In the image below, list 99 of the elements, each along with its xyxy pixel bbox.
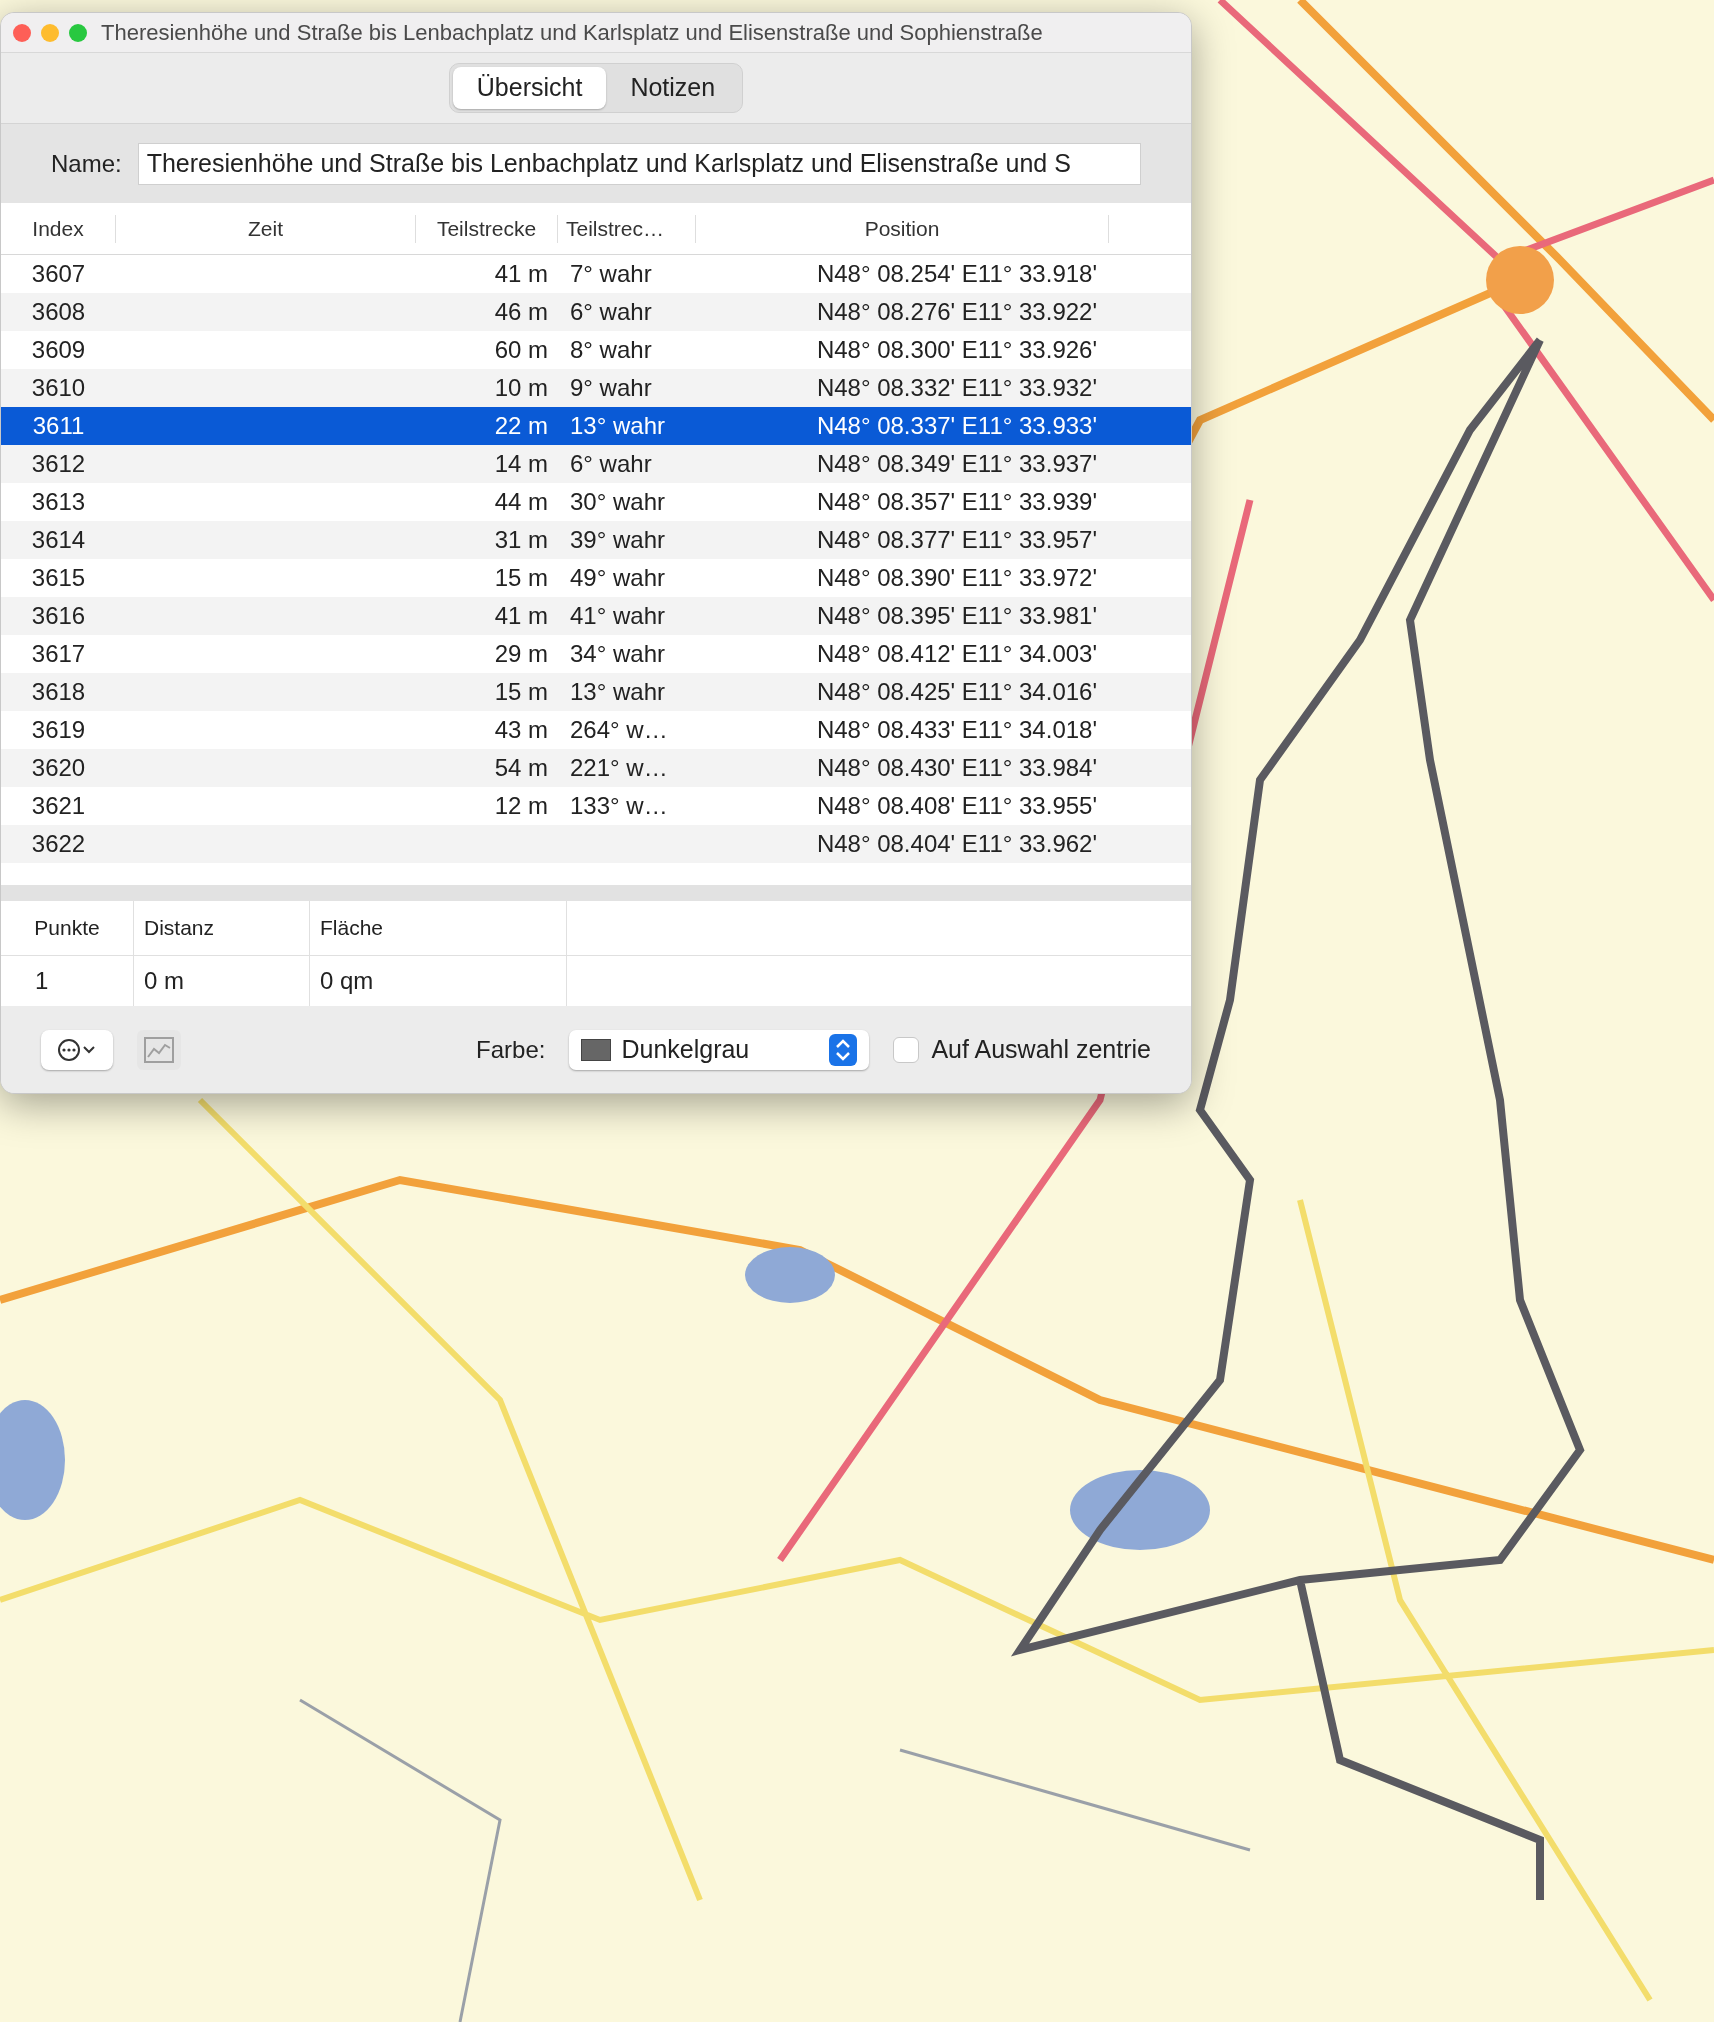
distance-cell-text: 12 m <box>494 791 548 821</box>
position-cell-text: N48° 08.425' E11° 34.016' <box>816 677 1097 707</box>
distance-cell-text: 15 m <box>494 677 548 707</box>
index-cell-text: 3620 <box>31 753 86 783</box>
position-cell-text: N48° 08.276' E11° 33.922' <box>816 297 1097 327</box>
name-label: Name: <box>51 148 122 179</box>
stats-value: 0 qm <box>320 966 374 996</box>
stats-header: Distanz <box>144 915 215 942</box>
position-cell-text: N48° 08.357' E11° 33.939' <box>816 487 1097 517</box>
position-cell-text: N48° 08.377' E11° 33.957' <box>816 525 1097 555</box>
index-cell-text: 3613 <box>31 487 86 517</box>
index-cell-text: 3615 <box>31 563 86 593</box>
index-cell-text: 3622 <box>31 829 86 859</box>
bearing-cell-text: 133° w… <box>570 791 668 821</box>
color-select[interactable]: Dunkelgrau <box>569 1029 870 1070</box>
position-cell-text: N48° 08.337' E11° 33.933' <box>816 411 1097 441</box>
index-cell-text: 3612 <box>31 449 86 479</box>
stats-value: 0 m <box>144 966 184 996</box>
column-header[interactable]: Teilstrecke <box>436 212 537 245</box>
distance-cell-text: 14 m <box>494 449 548 479</box>
tab[interactable]: Notizen <box>606 67 740 109</box>
bearing-cell-text: 30° wahr <box>570 487 665 517</box>
bearing-cell-text: 221° w… <box>570 753 668 783</box>
table-row[interactable]: 3611 22 m 13° wahr N48° 08.337' E11° 33.933' <box>1 407 1191 445</box>
position-cell-text: N48° 08.412' E11° 34.003' <box>816 639 1097 669</box>
bearing-cell-text: 49° wahr <box>570 563 665 593</box>
close-button[interactable] <box>13 23 31 42</box>
distance-cell-text: 15 m <box>494 563 548 593</box>
index-cell-text: 3619 <box>31 715 86 745</box>
bearing-cell-text: 6° wahr <box>570 449 652 479</box>
distance-cell-text: 31 m <box>494 525 548 555</box>
column-header[interactable]: Index <box>32 212 84 245</box>
window-title: Theresienhöhe und Straße bis Lenbachplatz und Karlsplatz und Elisenstraße und Sophienstraße <box>101 19 1043 47</box>
column-header[interactable]: Position <box>864 212 940 245</box>
index-cell-text: 3608 <box>31 297 86 327</box>
color-label: Farbe: <box>476 1034 546 1065</box>
table-row[interactable]: 3610 10 m 9° wahr N48° 08.332' E11° 33.932' <box>1 369 1191 407</box>
distance-cell-text: 60 m <box>494 335 548 365</box>
index-cell-text: 3610 <box>31 373 86 403</box>
position-cell-text: N48° 08.408' E11° 33.955' <box>816 791 1097 821</box>
name-field[interactable]: Theresienhöhe und Straße bis Lenbachplatz und Karlsplatz und Elisenstraße und S <box>137 142 1141 185</box>
distance-cell-text: 41 m <box>494 601 548 631</box>
distance-cell-text: 29 m <box>494 639 548 669</box>
bearing-cell-text: 13° wahr <box>570 677 665 707</box>
stats-header: Fläche <box>320 915 384 942</box>
position-cell-text: N48° 08.395' E11° 33.981' <box>816 601 1097 631</box>
bearing-cell-text: 13° wahr <box>570 411 665 441</box>
bearing-cell-text: 7° wahr <box>570 259 652 289</box>
bearing-cell-text: 39° wahr <box>570 525 665 555</box>
distance-cell-text: 41 m <box>494 259 548 289</box>
updown-chevron-icon <box>829 1033 858 1066</box>
table-row[interactable]: 3614 31 m 39° wahr N48° 08.377' E11° 33.957' <box>1 521 1191 559</box>
position-cell-text: N48° 08.349' E11° 33.937' <box>816 449 1097 479</box>
bearing-cell-text: 34° wahr <box>570 639 665 669</box>
distance-cell-text: 22 m <box>494 411 548 441</box>
color-swatch-icon <box>581 1038 612 1061</box>
position-cell-text: N48° 08.300' E11° 33.926' <box>816 335 1097 365</box>
table-row[interactable]: 3612 14 m 6° wahr N48° 08.349' E11° 33.937' <box>1 445 1191 483</box>
column-header[interactable]: Zeit <box>248 212 283 245</box>
index-cell-text: 3617 <box>31 639 86 669</box>
distance-cell-text: 10 m <box>494 373 548 403</box>
distance-cell-text: 54 m <box>494 753 548 783</box>
zoom-button[interactable] <box>69 23 87 42</box>
distance-cell-text: 44 m <box>494 487 548 517</box>
table-row[interactable]: 3616 41 m 41° wahr N48° 08.395' E11° 33.981' <box>1 597 1191 635</box>
table-row[interactable]: 3608 46 m 6° wahr N48° 08.276' E11° 33.922' <box>1 293 1191 331</box>
column-header[interactable]: Teilstrec… <box>566 212 665 245</box>
index-cell-text: 3609 <box>31 335 86 365</box>
stats-header: Punkte <box>34 915 100 942</box>
bearing-cell-text: 9° wahr <box>570 373 652 403</box>
index-cell-text: 3618 <box>31 677 86 707</box>
splitter[interactable] <box>1 885 1191 901</box>
chart-icon <box>144 1036 174 1063</box>
bearing-cell-text: 41° wahr <box>570 601 665 631</box>
position-cell-text: N48° 08.254' E11° 33.918' <box>816 259 1097 289</box>
position-cell-text: N48° 08.404' E11° 33.962' <box>816 829 1097 859</box>
table-row[interactable]: 3620 54 m 221° w… N48° 08.430' E11° 33.984' <box>1 749 1191 787</box>
index-cell-text: 3611 <box>32 411 85 441</box>
index-cell-text: 3607 <box>31 259 86 289</box>
position-cell-text: N48° 08.430' E11° 33.984' <box>816 753 1097 783</box>
tab[interactable]: Übersicht <box>452 67 607 109</box>
position-cell-text: N48° 08.390' E11° 33.972' <box>816 563 1097 593</box>
bearing-cell-text: 6° wahr <box>570 297 652 327</box>
checkbox-label: Auf Auswahl zentrie <box>931 1033 1151 1065</box>
table-row[interactable]: 3622 N48° 08.404' E11° 33.962' <box>1 825 1191 863</box>
position-cell-text: N48° 08.433' E11° 34.018' <box>816 715 1097 745</box>
more-button[interactable] <box>41 1029 113 1070</box>
bearing-cell-text: 264° w… <box>570 715 668 745</box>
index-cell-text: 3621 <box>31 791 86 821</box>
distance-cell-text: 43 m <box>494 715 548 745</box>
center-checkbox[interactable] <box>893 1036 920 1063</box>
table-row[interactable]: 3618 15 m 13° wahr N48° 08.425' E11° 34.016' <box>1 673 1191 711</box>
position-cell-text: N48° 08.332' E11° 33.932' <box>816 373 1097 403</box>
bearing-cell-text: 8° wahr <box>570 335 652 365</box>
distance-cell-text: 46 m <box>494 297 548 327</box>
minimize-button[interactable] <box>41 23 59 42</box>
index-cell-text: 3614 <box>31 525 86 555</box>
stats-value: 1 <box>35 966 49 996</box>
index-cell-text: 3616 <box>31 601 86 631</box>
